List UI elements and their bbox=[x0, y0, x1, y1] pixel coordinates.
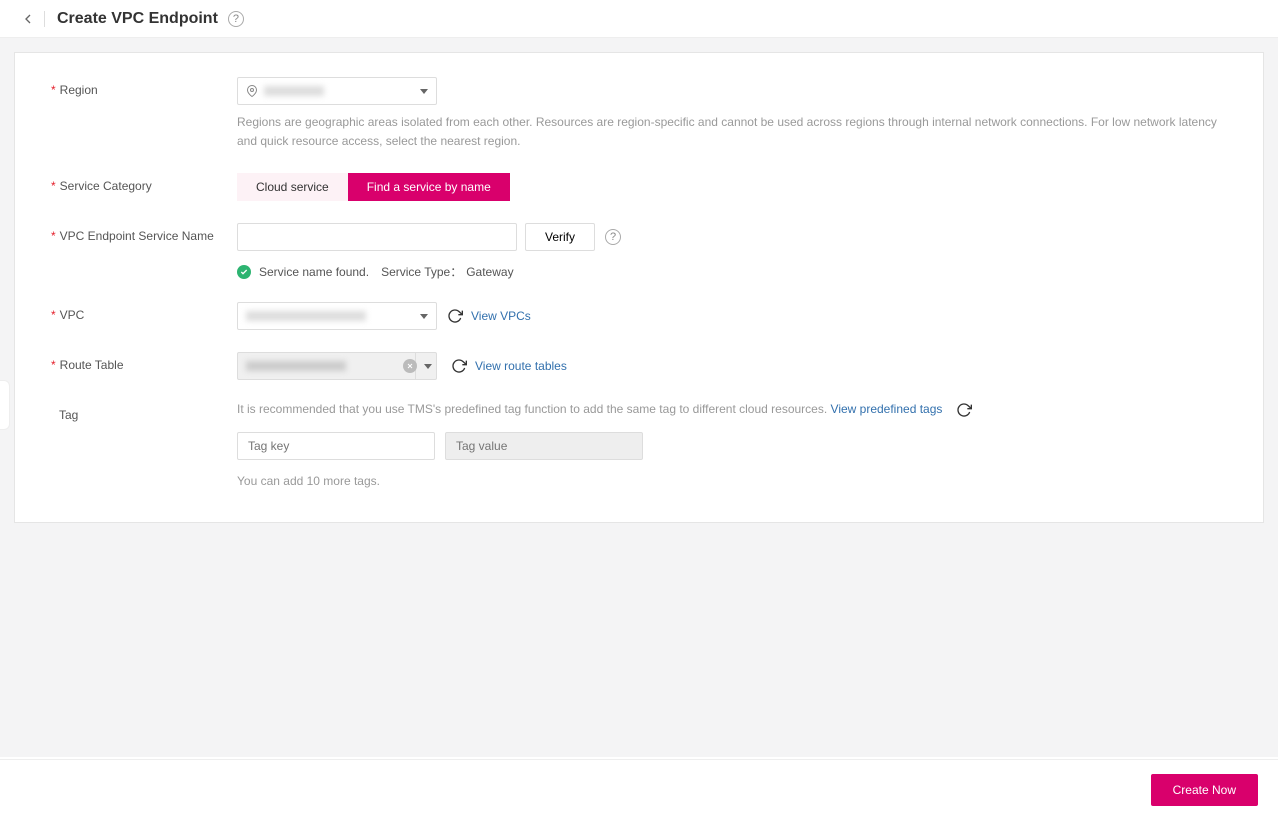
seg-cloud-service[interactable]: Cloud service bbox=[237, 173, 348, 201]
service-category-segmented: Cloud service Find a service by name bbox=[237, 173, 1227, 201]
chevron-down-icon bbox=[424, 364, 432, 369]
region-value bbox=[264, 86, 324, 96]
tag-value-input[interactable] bbox=[445, 432, 643, 460]
region-select[interactable] bbox=[237, 77, 437, 105]
tag-key-input[interactable] bbox=[237, 432, 435, 460]
check-icon bbox=[237, 265, 251, 279]
view-route-tables-link[interactable]: View route tables bbox=[475, 359, 567, 373]
view-vpcs-link[interactable]: View VPCs bbox=[471, 309, 531, 323]
service-name-input[interactable] bbox=[237, 223, 517, 251]
location-pin-icon bbox=[246, 84, 258, 98]
label-tag: Tag bbox=[51, 402, 237, 491]
header-separator bbox=[44, 11, 45, 27]
content-area: *Region Regions are geographic areas iso… bbox=[0, 38, 1278, 757]
verify-button[interactable]: Verify bbox=[525, 223, 595, 251]
form-panel: *Region Regions are geographic areas iso… bbox=[14, 52, 1264, 523]
label-region: *Region bbox=[51, 77, 237, 151]
page-title: Create VPC Endpoint bbox=[57, 10, 218, 28]
row-vpc: *VPC View VPCs bbox=[51, 302, 1227, 330]
row-route-table: *Route Table View route ta bbox=[51, 352, 1227, 380]
label-route-table: *Route Table bbox=[51, 352, 237, 380]
clear-route-table-icon[interactable] bbox=[403, 359, 417, 373]
refresh-icon[interactable] bbox=[451, 358, 467, 374]
row-tag: Tag It is recommended that you use TMS's… bbox=[51, 402, 1227, 491]
help-icon[interactable]: ? bbox=[228, 11, 244, 27]
region-hint: Regions are geographic areas isolated fr… bbox=[237, 113, 1227, 151]
service-name-help-icon[interactable]: ? bbox=[605, 229, 621, 245]
create-now-button[interactable]: Create Now bbox=[1151, 774, 1258, 806]
tag-hint: It is recommended that you use TMS's pre… bbox=[237, 402, 1227, 418]
row-region: *Region Regions are geographic areas iso… bbox=[51, 77, 1227, 151]
vpc-value bbox=[246, 311, 366, 321]
chevron-down-icon bbox=[420, 314, 428, 319]
label-vpc: *VPC bbox=[51, 302, 237, 330]
view-predefined-tags-link[interactable]: View predefined tags bbox=[831, 403, 943, 417]
label-service-category: *Service Category bbox=[51, 173, 237, 201]
status-type-value: Gateway bbox=[466, 265, 513, 279]
service-name-status: Service name found. Service Type： Gatewa… bbox=[237, 263, 1227, 280]
row-service-name: *VPC Endpoint Service Name Verify ? Serv… bbox=[51, 223, 1227, 280]
refresh-icon[interactable] bbox=[447, 308, 463, 324]
label-service-name: *VPC Endpoint Service Name bbox=[51, 223, 237, 280]
vpc-select[interactable] bbox=[237, 302, 437, 330]
back-icon[interactable] bbox=[20, 11, 36, 27]
footer-bar: Create Now bbox=[0, 759, 1278, 819]
row-service-category: *Service Category Cloud service Find a s… bbox=[51, 173, 1227, 201]
side-expand-handle[interactable] bbox=[0, 380, 10, 430]
status-type-label: Service Type： bbox=[381, 263, 462, 280]
tag-remaining: You can add 10 more tags. bbox=[237, 472, 1227, 491]
page-header: Create VPC Endpoint ? bbox=[0, 0, 1278, 38]
seg-find-by-name[interactable]: Find a service by name bbox=[348, 173, 510, 201]
route-table-value bbox=[246, 361, 346, 371]
chevron-down-icon bbox=[420, 89, 428, 94]
refresh-icon[interactable] bbox=[956, 402, 972, 418]
status-found: Service name found. bbox=[259, 265, 369, 279]
